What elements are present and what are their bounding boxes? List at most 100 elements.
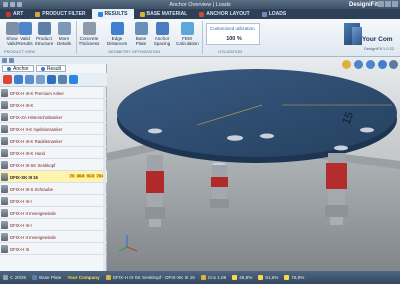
utilization-value[interactable]: 100 % — [210, 36, 258, 42]
filter-icon[interactable] — [9, 58, 14, 63]
utilization-badge: 46.8 — [76, 174, 85, 178]
status-cell: Base Plate — [29, 275, 64, 280]
list-item[interactable]: DFIX-H II Innengewinde — [0, 207, 107, 219]
status-icon — [105, 275, 111, 280]
base-material-icon — [139, 11, 145, 17]
view-cube-icon[interactable] — [378, 60, 387, 69]
list-item[interactable]: DFIX-H III-I — [0, 195, 107, 207]
concrete-thickness-icon — [82, 22, 96, 35]
tab-results[interactable]: RESULTS — [91, 9, 134, 19]
status-icon — [284, 275, 290, 280]
redo-icon[interactable] — [17, 2, 22, 7]
more-details-button[interactable]: More Details — [53, 22, 75, 46]
close-icon[interactable] — [392, 1, 398, 7]
anchor-thumbnail-icon — [1, 233, 8, 241]
concrete-thickness-button[interactable]: Concrete Thickness — [78, 22, 100, 46]
anchor-thumbnail-icon — [1, 101, 8, 109]
base-plate-button[interactable]: Base Plate — [130, 22, 152, 46]
help-icon[interactable] — [69, 75, 78, 84]
anchor-bolt[interactable] — [325, 153, 348, 225]
product-name: DFIX-H III-K — [10, 102, 34, 108]
undo-icon[interactable] — [10, 2, 15, 7]
product-panel: Anchor Result DFIX-H III-K Premium Anker… — [0, 57, 107, 271]
base-plate-icon — [134, 22, 148, 35]
quick-access-toolbar — [0, 2, 22, 7]
status-text: Your Company — [67, 275, 100, 280]
status-cell: C 20/25 — [0, 275, 29, 280]
product-name: DFIX-H III-K Rauklemanker — [10, 138, 63, 144]
status-text: 76,8% — [291, 275, 305, 280]
group-label-product-view: PRODUCT VIEW — [4, 49, 36, 54]
rotate-view-icon[interactable] — [342, 60, 351, 69]
list-item[interactable]: DFIX-H III-SK Senkkopf — [0, 159, 107, 171]
minimize-icon[interactable] — [378, 1, 384, 7]
utilization-box[interactable]: Customized utilization 100 % — [206, 23, 260, 45]
search-icon[interactable] — [47, 75, 56, 84]
product-structure-button[interactable]: Product Structure — [33, 22, 55, 46]
tab-product-filter[interactable]: PRODUCT FILTER — [29, 9, 91, 19]
sort-icon[interactable] — [58, 75, 67, 84]
product-list-scrollbar[interactable] — [103, 87, 106, 271]
loads-icon — [261, 11, 267, 17]
copy-icon[interactable] — [25, 75, 34, 84]
tab-art[interactable]: ART — [0, 9, 29, 19]
list-item[interactable]: DFIX-SK III 15 70 46.8 91.5 76.8 — [0, 171, 107, 183]
list-item[interactable]: DFIX-H III-K — [0, 99, 107, 111]
pin-icon[interactable] — [2, 58, 7, 63]
anchor-bolt[interactable] — [210, 165, 229, 208]
status-text: Cnx 1.89 — [207, 275, 227, 280]
list-item[interactable]: DFIX-H II-K Injektionsanker — [0, 123, 107, 135]
zoom-icon[interactable] — [354, 60, 363, 69]
base-plate[interactable] — [117, 69, 397, 157]
product-name: DFIX-SK III 15 — [10, 174, 38, 180]
anchor-scene[interactable]: 15 — [107, 57, 400, 271]
anchor-bolt[interactable] — [145, 155, 165, 227]
list-item[interactable]: DFIX-H III-I — [0, 219, 107, 231]
anchor-thumbnail-icon — [1, 221, 8, 229]
tab-result[interactable]: Result — [35, 65, 67, 72]
status-cell: DFIX-H III-SK Senkkopf - DFIX-SK III 15 — [103, 275, 198, 280]
status-text: 46,8% — [239, 275, 253, 280]
delete-icon[interactable] — [3, 75, 12, 84]
edge-distances-button[interactable]: Edge Distances — [106, 22, 128, 46]
status-icon — [258, 275, 264, 280]
add-icon[interactable] — [14, 75, 23, 84]
tab-base-material[interactable]: BASE MATERIAL — [134, 9, 194, 19]
tool-icon[interactable] — [36, 75, 45, 84]
anchor-thumbnail-icon — [1, 137, 8, 145]
group-label-optimization: GEOMETRY OPTIMIZATION — [108, 49, 161, 54]
list-item[interactable]: DFIX-H III-K Hund — [0, 147, 107, 159]
status-text: DFIX-H III-SK Senkkopf - DFIX-SK III 15 — [112, 275, 195, 280]
anchor-thumbnail-icon — [1, 113, 8, 121]
product-name: DFIX-H III-S Schraube — [10, 186, 53, 192]
panel-toolbar — [0, 57, 107, 64]
list-item[interactable]: DFIX-ZA Hinterschnittanker — [0, 111, 107, 123]
anchor-thumbnail-icon — [1, 161, 8, 169]
title-bar: Anchor Overview | Loads DesigniFit — [0, 0, 400, 9]
status-cell: 76,8% — [281, 275, 307, 280]
anchor-spacing-button[interactable]: Anchor Spacing — [151, 22, 173, 46]
tab-anchor[interactable]: Anchor — [2, 65, 34, 72]
list-item[interactable]: DFIX-H III-S Schraube — [0, 183, 107, 195]
list-item[interactable]: DFIX-H III-K Premium Anker — [0, 87, 107, 99]
anchor-thumbnail-icon — [1, 209, 8, 217]
status-icon — [200, 275, 206, 280]
group-label-utilization: UTILIZATION — [218, 49, 243, 54]
tab-loads[interactable]: LOADS — [256, 9, 293, 19]
3d-viewport[interactable]: 15 — [107, 57, 400, 271]
fem-calculation-icon — [180, 22, 194, 35]
list-item[interactable]: DFIX-H III — [0, 243, 107, 255]
tab-anchor-layout[interactable]: ANCHOR LAYOUT — [193, 9, 255, 19]
status-icon — [232, 275, 238, 280]
status-icon — [3, 275, 8, 280]
list-item[interactable]: DFIX-H III-K Rauklemanker — [0, 135, 107, 147]
pan-icon[interactable] — [366, 60, 375, 69]
plate-hole — [334, 145, 348, 151]
list-item[interactable]: DFIX-H II Innengewinde — [0, 231, 107, 243]
anchor-thumbnail-icon — [1, 173, 8, 181]
save-icon[interactable] — [3, 2, 8, 7]
maximize-icon[interactable] — [385, 1, 391, 7]
settings-icon[interactable] — [389, 60, 398, 69]
fem-calculation-button[interactable]: FEM Calculation — [176, 22, 199, 46]
ribbon-separator — [202, 21, 203, 54]
